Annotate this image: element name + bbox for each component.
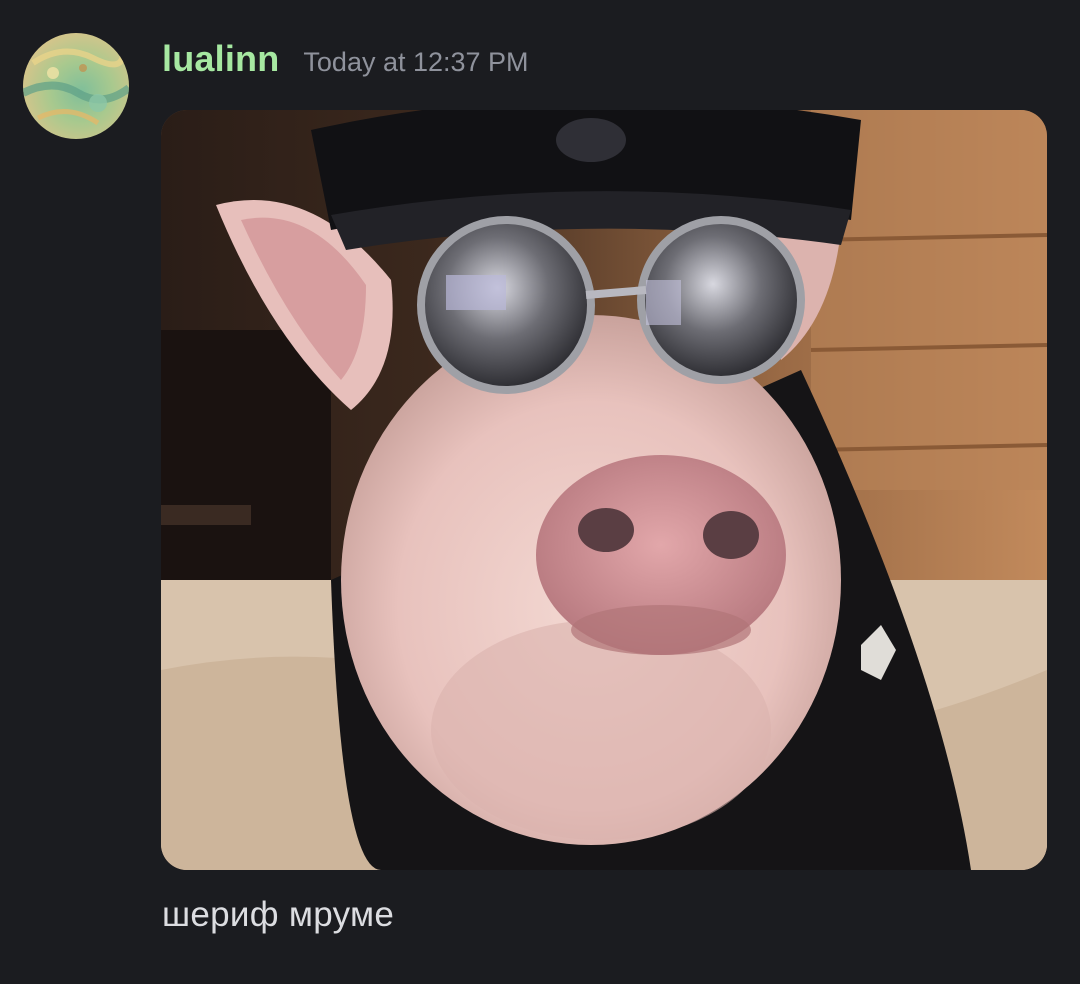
image-attachment[interactable] (161, 110, 1047, 870)
timestamp: Today at 12:37 PM (303, 47, 529, 77)
avatar-image (23, 33, 129, 139)
pig-image (161, 110, 1047, 870)
message-header: lualinn Today at 12:37 PM (162, 38, 529, 90)
message-text: шериф мруме (162, 895, 395, 934)
user-avatar[interactable] (23, 33, 129, 139)
chat-message: lualinn Today at 12:37 PM шериф мруме (0, 0, 1080, 984)
username[interactable]: lualinn (162, 38, 279, 80)
